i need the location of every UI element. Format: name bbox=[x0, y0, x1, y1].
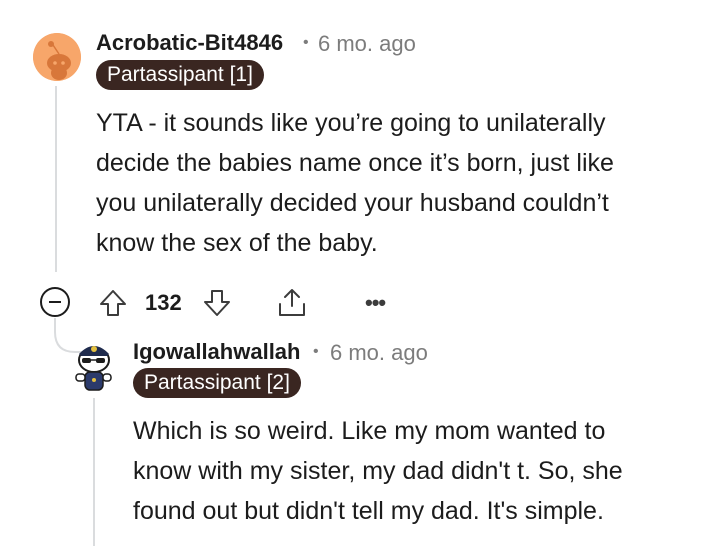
comment-body: YTA - it sounds like you’re going to uni… bbox=[96, 103, 614, 263]
comment-body: Which is so weird. Like my mom wanted to… bbox=[133, 411, 623, 531]
comment-body-line: found out but didn't tell my dad. It's s… bbox=[133, 497, 604, 525]
share-button[interactable] bbox=[274, 285, 310, 321]
user-flair: Partassipant [2] bbox=[133, 368, 301, 398]
meta-separator: • bbox=[303, 34, 309, 51]
meta-separator: • bbox=[313, 343, 319, 360]
user-avatar[interactable] bbox=[33, 33, 81, 81]
thread-line-parent[interactable] bbox=[55, 86, 57, 272]
snoo-avatar-icon bbox=[33, 33, 81, 81]
comment-body-line: Which is so weird. Like my mom wanted to bbox=[133, 417, 606, 445]
vote-score: 132 bbox=[145, 290, 182, 315]
upvote-button[interactable] bbox=[96, 286, 130, 320]
comment-body-line: know the sex of the baby. bbox=[96, 229, 378, 257]
comment-body-line: decide the babies name once it’s born, j… bbox=[96, 149, 614, 177]
comment-body-line: YTA - it sounds like you’re going to uni… bbox=[96, 109, 606, 137]
downvote-arrow-icon bbox=[204, 290, 230, 316]
thread-line-reply[interactable] bbox=[93, 398, 95, 546]
comment-timestamp[interactable]: 6 mo. ago bbox=[330, 340, 428, 366]
upvote-arrow-icon bbox=[100, 290, 126, 316]
comment-username[interactable]: Acrobatic-Bit4846 bbox=[96, 30, 283, 56]
more-options-button[interactable]: ••• bbox=[365, 290, 386, 316]
comment-body-line: you unilaterally decided your husband co… bbox=[96, 189, 609, 217]
downvote-button[interactable] bbox=[200, 286, 234, 320]
snoo-avatar-icon bbox=[75, 346, 112, 391]
user-avatar[interactable] bbox=[72, 340, 118, 396]
comment-username[interactable]: Igowallahwallah bbox=[133, 339, 300, 365]
user-flair: Partassipant [1] bbox=[96, 60, 264, 90]
comment-timestamp[interactable]: 6 mo. ago bbox=[318, 31, 416, 57]
comment-body-line: know with my sister, my dad didn't t. So… bbox=[133, 457, 623, 485]
share-icon bbox=[279, 289, 305, 316]
collapse-thread-button[interactable] bbox=[40, 287, 70, 317]
